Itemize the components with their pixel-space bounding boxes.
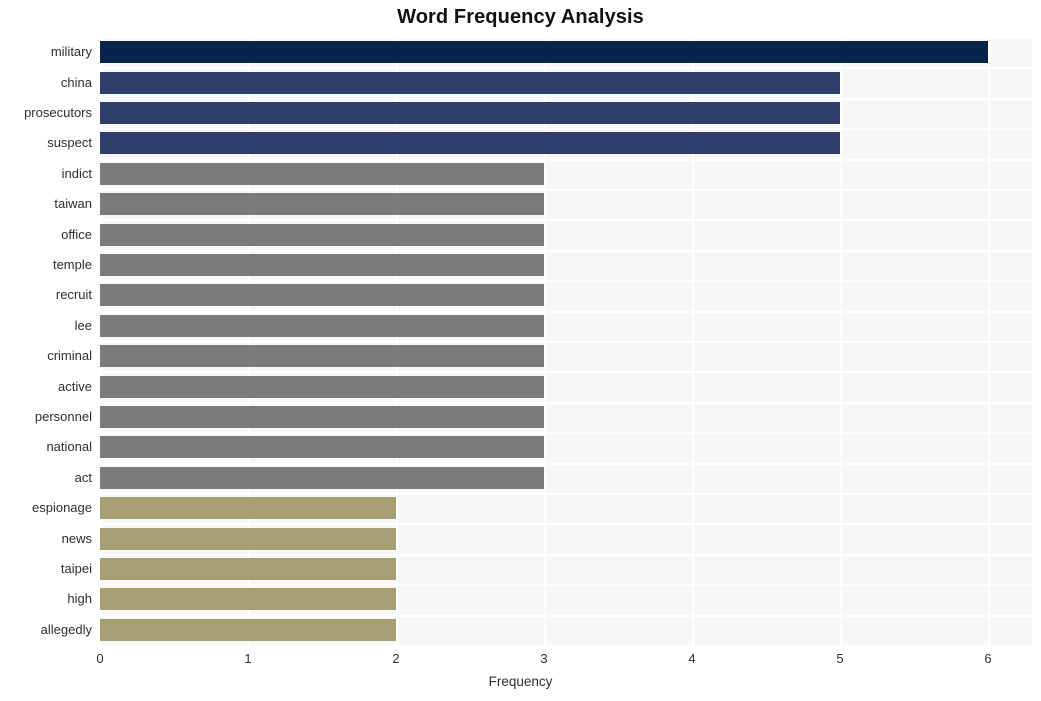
y-tick-label: recruit — [55, 287, 92, 303]
y-tick-label: active — [58, 378, 92, 394]
y-gridline — [100, 158, 1032, 161]
bar — [100, 132, 840, 155]
plot-area — [100, 37, 1032, 647]
y-gridline — [100, 401, 1032, 404]
bar — [100, 71, 840, 94]
y-tick-label: office — [61, 226, 92, 242]
x-tick-label: 3 — [540, 651, 548, 666]
y-gridline — [100, 67, 1032, 70]
bar — [100, 41, 988, 64]
y-tick-label: taipei — [60, 561, 92, 576]
bar — [100, 618, 396, 641]
x-tick-label: 2 — [392, 651, 400, 666]
y-gridline — [100, 371, 1032, 374]
y-tick-label: news — [61, 530, 92, 546]
y-gridline — [100, 280, 1032, 283]
y-gridline — [100, 553, 1032, 556]
y-gridline — [100, 310, 1032, 313]
x-axis-label: Frequency — [488, 674, 553, 689]
y-gridline — [100, 462, 1032, 465]
x-tick-label: 5 — [836, 651, 844, 666]
x-tick-label: 6 — [984, 651, 992, 666]
y-gridline — [100, 37, 1032, 39]
bar — [100, 527, 396, 550]
y-tick-label: espionage — [32, 500, 92, 516]
y-gridline — [100, 97, 1032, 100]
bar — [100, 466, 544, 489]
bar — [100, 497, 396, 520]
y-gridline — [100, 584, 1032, 587]
y-tick-label: act — [74, 469, 92, 485]
y-gridline — [100, 614, 1032, 617]
bar — [100, 314, 544, 337]
y-tick-label: allegedly — [40, 621, 92, 637]
bar — [100, 223, 544, 246]
x-tick-label: 1 — [244, 651, 252, 666]
y-tick-label: high — [67, 591, 92, 607]
y-gridline — [100, 432, 1032, 435]
bar — [100, 406, 544, 428]
chart-figure: Word Frequency Analysis military china pro… — [0, 0, 1041, 701]
y-tick-label: indict — [61, 165, 92, 181]
y-tick-label: military — [50, 44, 92, 60]
bar — [100, 284, 544, 307]
bar — [100, 375, 544, 398]
y-gridline — [100, 645, 1032, 647]
y-tick-label: criminal — [47, 348, 92, 364]
y-tick-label: personnel — [34, 409, 92, 424]
bar — [100, 254, 544, 276]
y-gridline — [100, 189, 1032, 191]
bar — [100, 162, 544, 185]
x-tick-label: 4 — [688, 651, 696, 666]
y-tick-label: lee — [74, 317, 92, 333]
bar — [100, 588, 396, 611]
y-tick-label: taiwan — [54, 196, 92, 212]
bar — [100, 345, 544, 368]
y-tick-label: temple — [52, 257, 92, 272]
bar — [100, 193, 544, 216]
y-gridline — [100, 249, 1032, 252]
y-gridline — [100, 219, 1032, 222]
chart-title: Word Frequency Analysis — [397, 6, 644, 28]
bar — [100, 558, 396, 580]
bar — [100, 102, 840, 124]
y-tick-label: suspect — [47, 135, 92, 151]
y-gridline — [100, 523, 1032, 526]
y-gridline — [100, 493, 1032, 495]
y-gridline — [100, 128, 1032, 131]
bar — [100, 436, 544, 459]
y-gridline — [100, 341, 1032, 343]
x-tick-label: 0 — [96, 651, 104, 666]
y-tick-label: national — [46, 439, 92, 455]
y-tick-label: prosecutors — [24, 105, 92, 120]
y-tick-label: china — [60, 74, 92, 90]
